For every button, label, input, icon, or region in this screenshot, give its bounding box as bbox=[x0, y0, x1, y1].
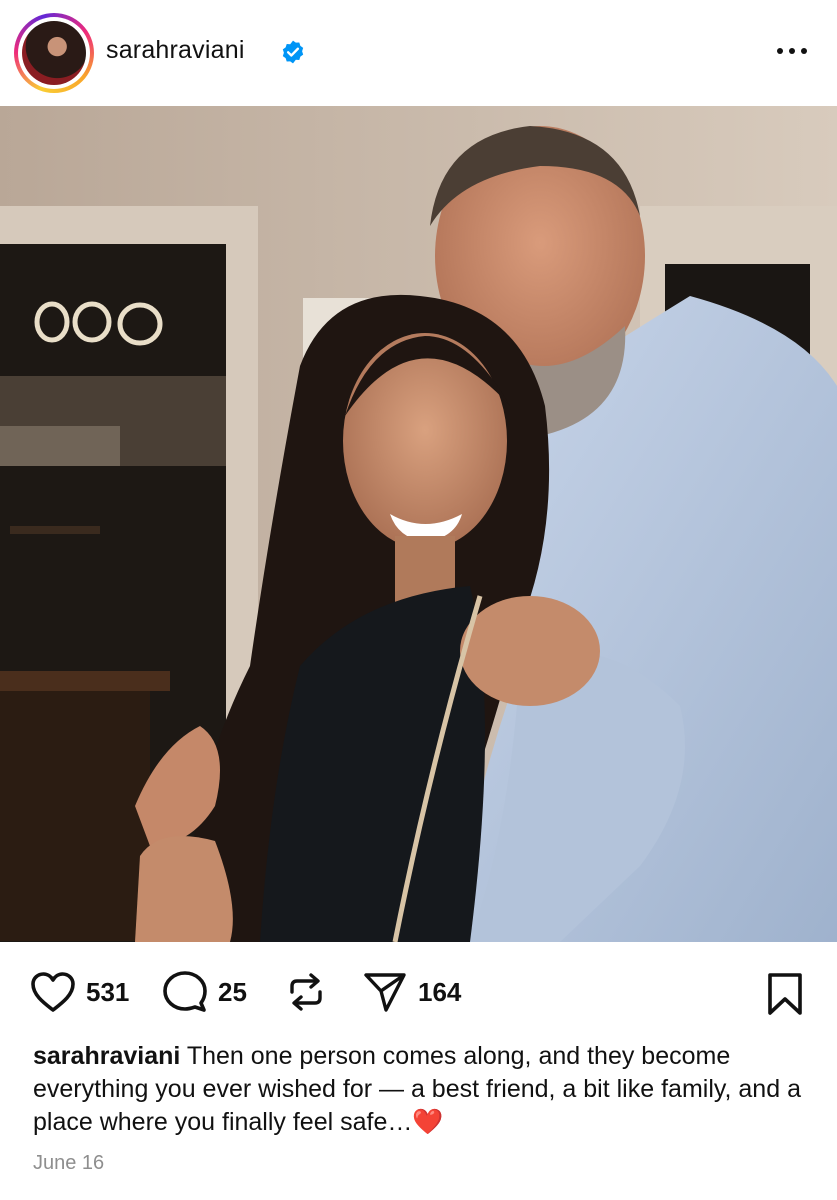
comment-bubble-icon bbox=[163, 971, 207, 1012]
heart-emoji: ❤️ bbox=[412, 1108, 444, 1136]
verified-badge-icon bbox=[282, 40, 304, 64]
like-count[interactable]: 531 bbox=[86, 977, 129, 1008]
share-count[interactable]: 164 bbox=[418, 977, 461, 1008]
more-horizontal-icon[interactable] bbox=[775, 38, 809, 64]
post-date[interactable]: June 16 bbox=[33, 1152, 104, 1175]
post-caption: sarahraviani Then one person comes along… bbox=[33, 1040, 813, 1139]
post-photo[interactable] bbox=[0, 106, 837, 942]
post-username[interactable]: sarahraviani bbox=[106, 36, 245, 65]
repost-button[interactable] bbox=[284, 970, 328, 1014]
post-actions: 531 25 164 bbox=[0, 942, 837, 1042]
avatar-border bbox=[18, 17, 90, 89]
repost-icon bbox=[290, 973, 322, 1011]
avatar-image bbox=[22, 21, 86, 85]
like-button[interactable]: 531 bbox=[30, 970, 129, 1014]
post-photo-illustration bbox=[0, 106, 837, 942]
caption-username[interactable]: sarahraviani bbox=[33, 1042, 180, 1070]
share-button[interactable]: 164 bbox=[362, 970, 461, 1014]
heart-icon bbox=[31, 972, 75, 1012]
send-icon bbox=[364, 973, 406, 1012]
avatar[interactable] bbox=[14, 13, 94, 93]
comment-count[interactable]: 25 bbox=[218, 977, 247, 1008]
bookmark-icon[interactable] bbox=[765, 972, 805, 1016]
post-header: sarahraviani bbox=[0, 0, 837, 106]
comment-button[interactable]: 25 bbox=[162, 970, 247, 1014]
